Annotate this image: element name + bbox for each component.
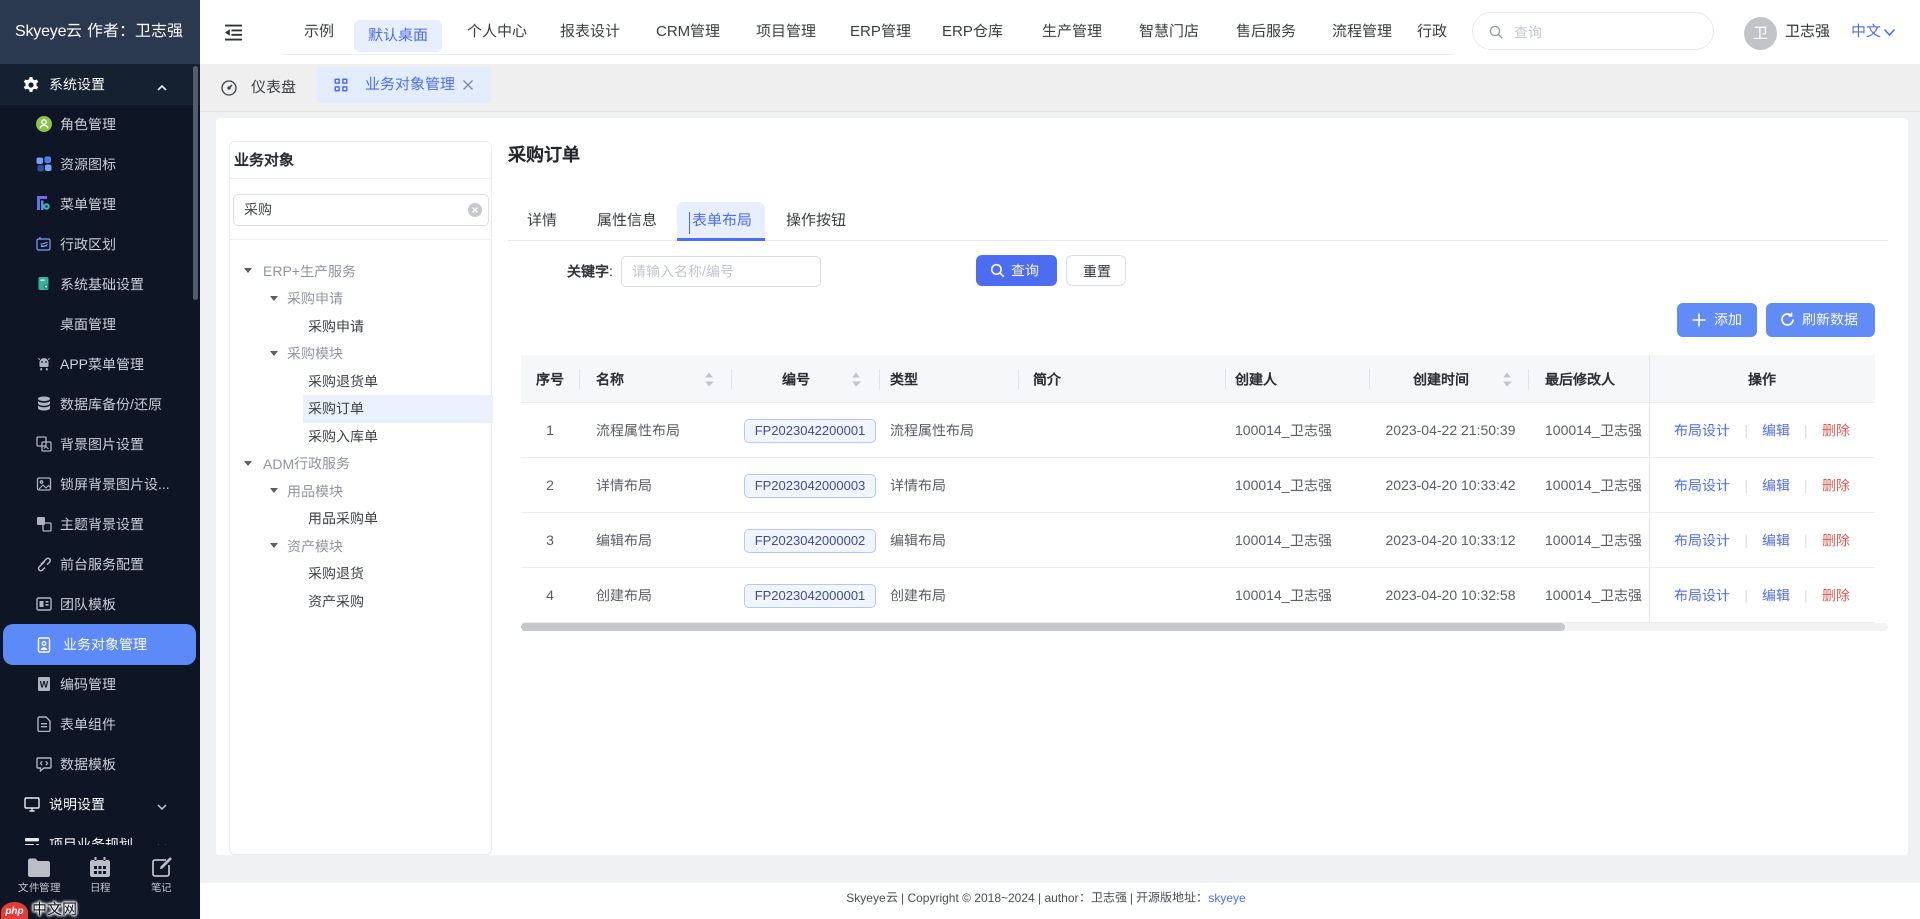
svg-text:W: W [40,680,49,690]
